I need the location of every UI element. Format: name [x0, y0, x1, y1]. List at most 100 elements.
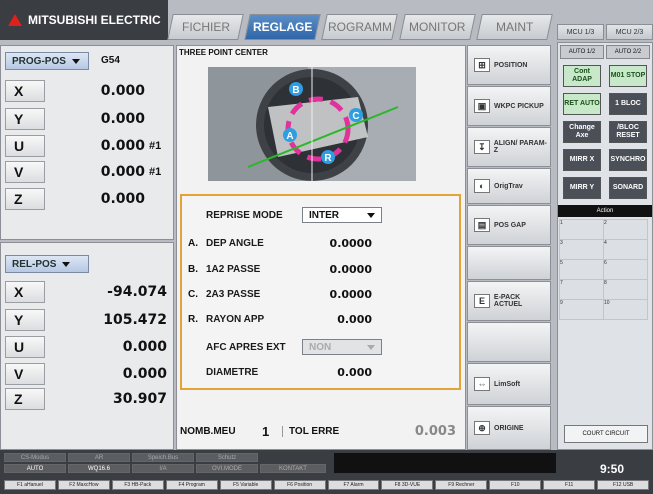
tab-reglage[interactable]: REGLAGE: [244, 14, 322, 40]
court-circuit-button[interactable]: COURT CIRCUIT: [564, 425, 648, 443]
rel-axis-row: X -94.074: [5, 281, 171, 303]
fkey-f10[interactable]: F10: [489, 480, 542, 490]
limsoft-button[interactable]: ⇔ LimSoft: [467, 363, 551, 405]
empty-button[interactable]: [467, 322, 551, 362]
fkey-f7[interactable]: F7 Alarm: [327, 480, 380, 490]
tab-mcu-1[interactable]: MCU 1/3: [557, 24, 604, 40]
tol-value[interactable]: 0.003: [358, 424, 456, 439]
prog-axis-row: Y 0.000: [5, 108, 171, 130]
align-param-button[interactable]: ↧ ALIGN/ PARAM-Z: [467, 127, 551, 167]
grid-cell[interactable]: 7: [559, 279, 604, 300]
fkey-f6[interactable]: F6 Position: [273, 480, 326, 490]
fkey-f4[interactable]: F4 Program: [165, 480, 218, 490]
axis-value: 30.907: [112, 391, 167, 407]
fkey-f8[interactable]: F8 3D-VUE: [381, 480, 434, 490]
nomb-value[interactable]: 1: [262, 424, 276, 439]
axis-value: 0.000: [100, 83, 145, 99]
pos-gap-button[interactable]: ▤ POS GAP: [467, 205, 551, 245]
grid-cell[interactable]: 6: [603, 259, 648, 280]
fkey-f2[interactable]: F2 MaxcHow: [57, 480, 110, 490]
button-label: OrigTrav: [494, 182, 523, 190]
origtrav-button[interactable]: ◐ OrigTrav: [467, 168, 551, 204]
tol-label: TOL ERRE: [282, 425, 352, 437]
passe-1a2-field[interactable]: 0.0000: [302, 263, 372, 276]
fkey-f9[interactable]: F9 Rechner: [435, 480, 488, 490]
synchro-button[interactable]: SYNCHRO: [609, 149, 647, 171]
status-program: WQ16.6: [68, 464, 130, 473]
marker-r: R: [321, 150, 335, 164]
axis-suffix: #1: [149, 140, 162, 152]
rayon-app-field[interactable]: 0.000: [302, 313, 372, 326]
grid-cell[interactable]: 4: [603, 239, 648, 260]
bloc-reset-button[interactable]: /BLOC RESET: [609, 121, 647, 143]
mirr-x-button[interactable]: MIRR X: [563, 149, 601, 171]
m01-stop-button[interactable]: M01 STOP: [609, 65, 647, 87]
prog-axis-row: Z 0.000: [5, 188, 171, 210]
change-axe-button[interactable]: Change Axe: [563, 121, 601, 143]
clock: 9:50: [600, 462, 625, 476]
dep-angle-field[interactable]: 0.0000: [302, 237, 372, 250]
status-auto: AUTO: [4, 464, 66, 473]
grid-cell[interactable]: 8: [603, 279, 648, 300]
auto-1-tab[interactable]: AUTO 1/2: [560, 45, 604, 59]
field-label: 2A3 PASSE: [206, 288, 261, 300]
status-cs-modus: CS-Modus: [4, 453, 66, 462]
fkey-f12[interactable]: F12 USB: [597, 480, 650, 490]
status-ia: I/A: [132, 464, 194, 473]
svg-text:B: B: [292, 85, 299, 96]
origine-button[interactable]: ⊕ ORIGINE: [467, 406, 551, 450]
field-label: AFC APRES EXT: [206, 341, 286, 353]
wkpc-pickup-button[interactable]: ▣ WKPC PICKUP: [467, 86, 551, 126]
position-button[interactable]: ⊞ POSITION: [467, 45, 551, 85]
ret-auto-button[interactable]: RET AUTO: [563, 93, 601, 115]
origtrav-icon: ◐: [474, 179, 490, 193]
tab-mcu-2[interactable]: MCU 2/3: [606, 24, 653, 40]
reprise-mode-select[interactable]: INTER: [302, 207, 382, 223]
one-bloc-button[interactable]: 1 BLOC: [609, 93, 647, 115]
passe-2a3-field[interactable]: 0.0000: [302, 288, 372, 301]
mirr-y-button[interactable]: MIRR Y: [563, 177, 601, 199]
select-value: INTER: [309, 209, 339, 221]
row-letter: R.: [188, 313, 198, 325]
axis-value: 0.000: [100, 164, 145, 180]
diametre-row: DIAMETRE 0.000: [188, 363, 456, 381]
fkey-f5[interactable]: F5 Variable: [219, 480, 272, 490]
fkey-f3[interactable]: F3 HB-Pack: [111, 480, 164, 490]
axis-value: 0.000: [100, 191, 145, 207]
form-row: B. 1A2 PASSE 0.0000: [188, 260, 456, 278]
grid-cell[interactable]: 3: [559, 239, 604, 260]
auto-2-tab[interactable]: AUTO 2/2: [606, 45, 650, 59]
axis-label: V: [5, 161, 45, 183]
grid-cell[interactable]: 1: [559, 219, 604, 240]
prog-pos-panel: PROG-POS G54 X 0.000 Y 0.000 U 0.000 #1 V 0.0…: [0, 45, 174, 240]
grid-cell[interactable]: 2: [603, 219, 648, 240]
status-speich: Speich.Bus: [132, 453, 194, 462]
tab-label: ROGRAMM: [328, 20, 392, 34]
cont-adap-button[interactable]: Cont ADAP: [563, 65, 601, 87]
empty-button[interactable]: [467, 246, 551, 280]
button-label: ORIGINE: [494, 424, 524, 432]
axis-label: U: [5, 135, 45, 157]
tab-maint[interactable]: MAINT: [476, 14, 553, 40]
grid-cell[interactable]: 9: [559, 299, 604, 320]
prog-pos-select-label: PROG-POS: [12, 55, 66, 67]
sonard-button[interactable]: SONARD: [609, 177, 647, 199]
e-pack-button[interactable]: E E-PACK ACTUEL: [467, 281, 551, 321]
tab-fichier[interactable]: FICHIER: [167, 14, 244, 40]
grid-cell[interactable]: 5: [559, 259, 604, 280]
rel-pos-select[interactable]: REL-POS: [5, 255, 89, 273]
afc-select[interactable]: NON: [302, 339, 382, 355]
chevron-down-icon: [62, 261, 71, 267]
reprise-row: REPRISE MODE INTER: [188, 206, 456, 224]
rel-axis-row: Z 30.907: [5, 388, 171, 410]
tab-monitor[interactable]: MONITOR: [398, 14, 476, 40]
prog-pos-select[interactable]: PROG-POS: [5, 52, 89, 70]
diametre-field[interactable]: 0.000: [302, 366, 372, 379]
fkey-f1[interactable]: F1 aHanuel: [4, 480, 56, 490]
afc-row: AFC APRES EXT NON: [188, 338, 456, 356]
tab-programm[interactable]: ROGRAMM: [321, 14, 399, 40]
grid-cell[interactable]: 10: [603, 299, 648, 320]
marker-b: B: [289, 82, 303, 96]
fkey-f11[interactable]: F11: [543, 480, 596, 490]
status-bar: CS-Modus AR Speich.Bus Schutz AUTO WQ16.…: [0, 450, 653, 494]
